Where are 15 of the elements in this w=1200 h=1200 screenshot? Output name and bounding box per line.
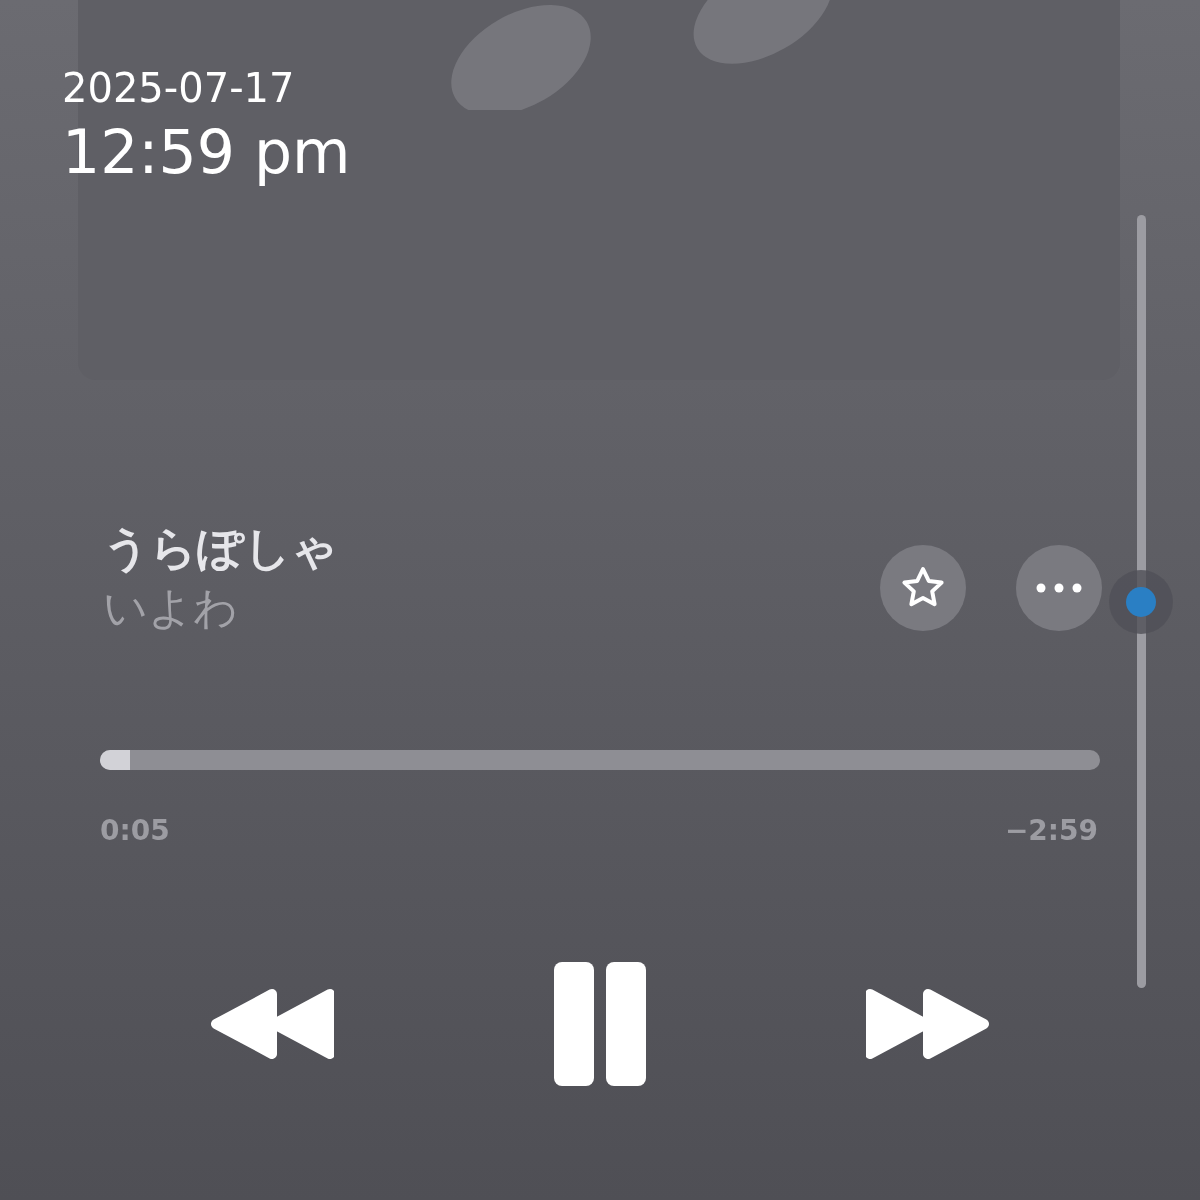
fast-forward-button[interactable]: [866, 988, 990, 1060]
song-title: うらぽしゃ: [103, 520, 338, 577]
play-pause-button[interactable]: [554, 962, 646, 1086]
time-text: 12:59 pm: [62, 116, 351, 189]
progress-track[interactable]: [100, 750, 1100, 770]
fast-forward-icon: [866, 988, 990, 1060]
more-icon: [1036, 583, 1082, 593]
pause-icon: [554, 962, 646, 1086]
side-slider[interactable]: [1109, 215, 1173, 988]
date-text: 2025-07-17: [62, 64, 296, 113]
elapsed-time: 0:05: [100, 813, 170, 849]
artist-name: いよわ: [103, 581, 239, 635]
remaining-time: −2:59: [1004, 813, 1098, 849]
rewind-icon: [210, 988, 334, 1060]
rewind-button[interactable]: [210, 988, 334, 1060]
